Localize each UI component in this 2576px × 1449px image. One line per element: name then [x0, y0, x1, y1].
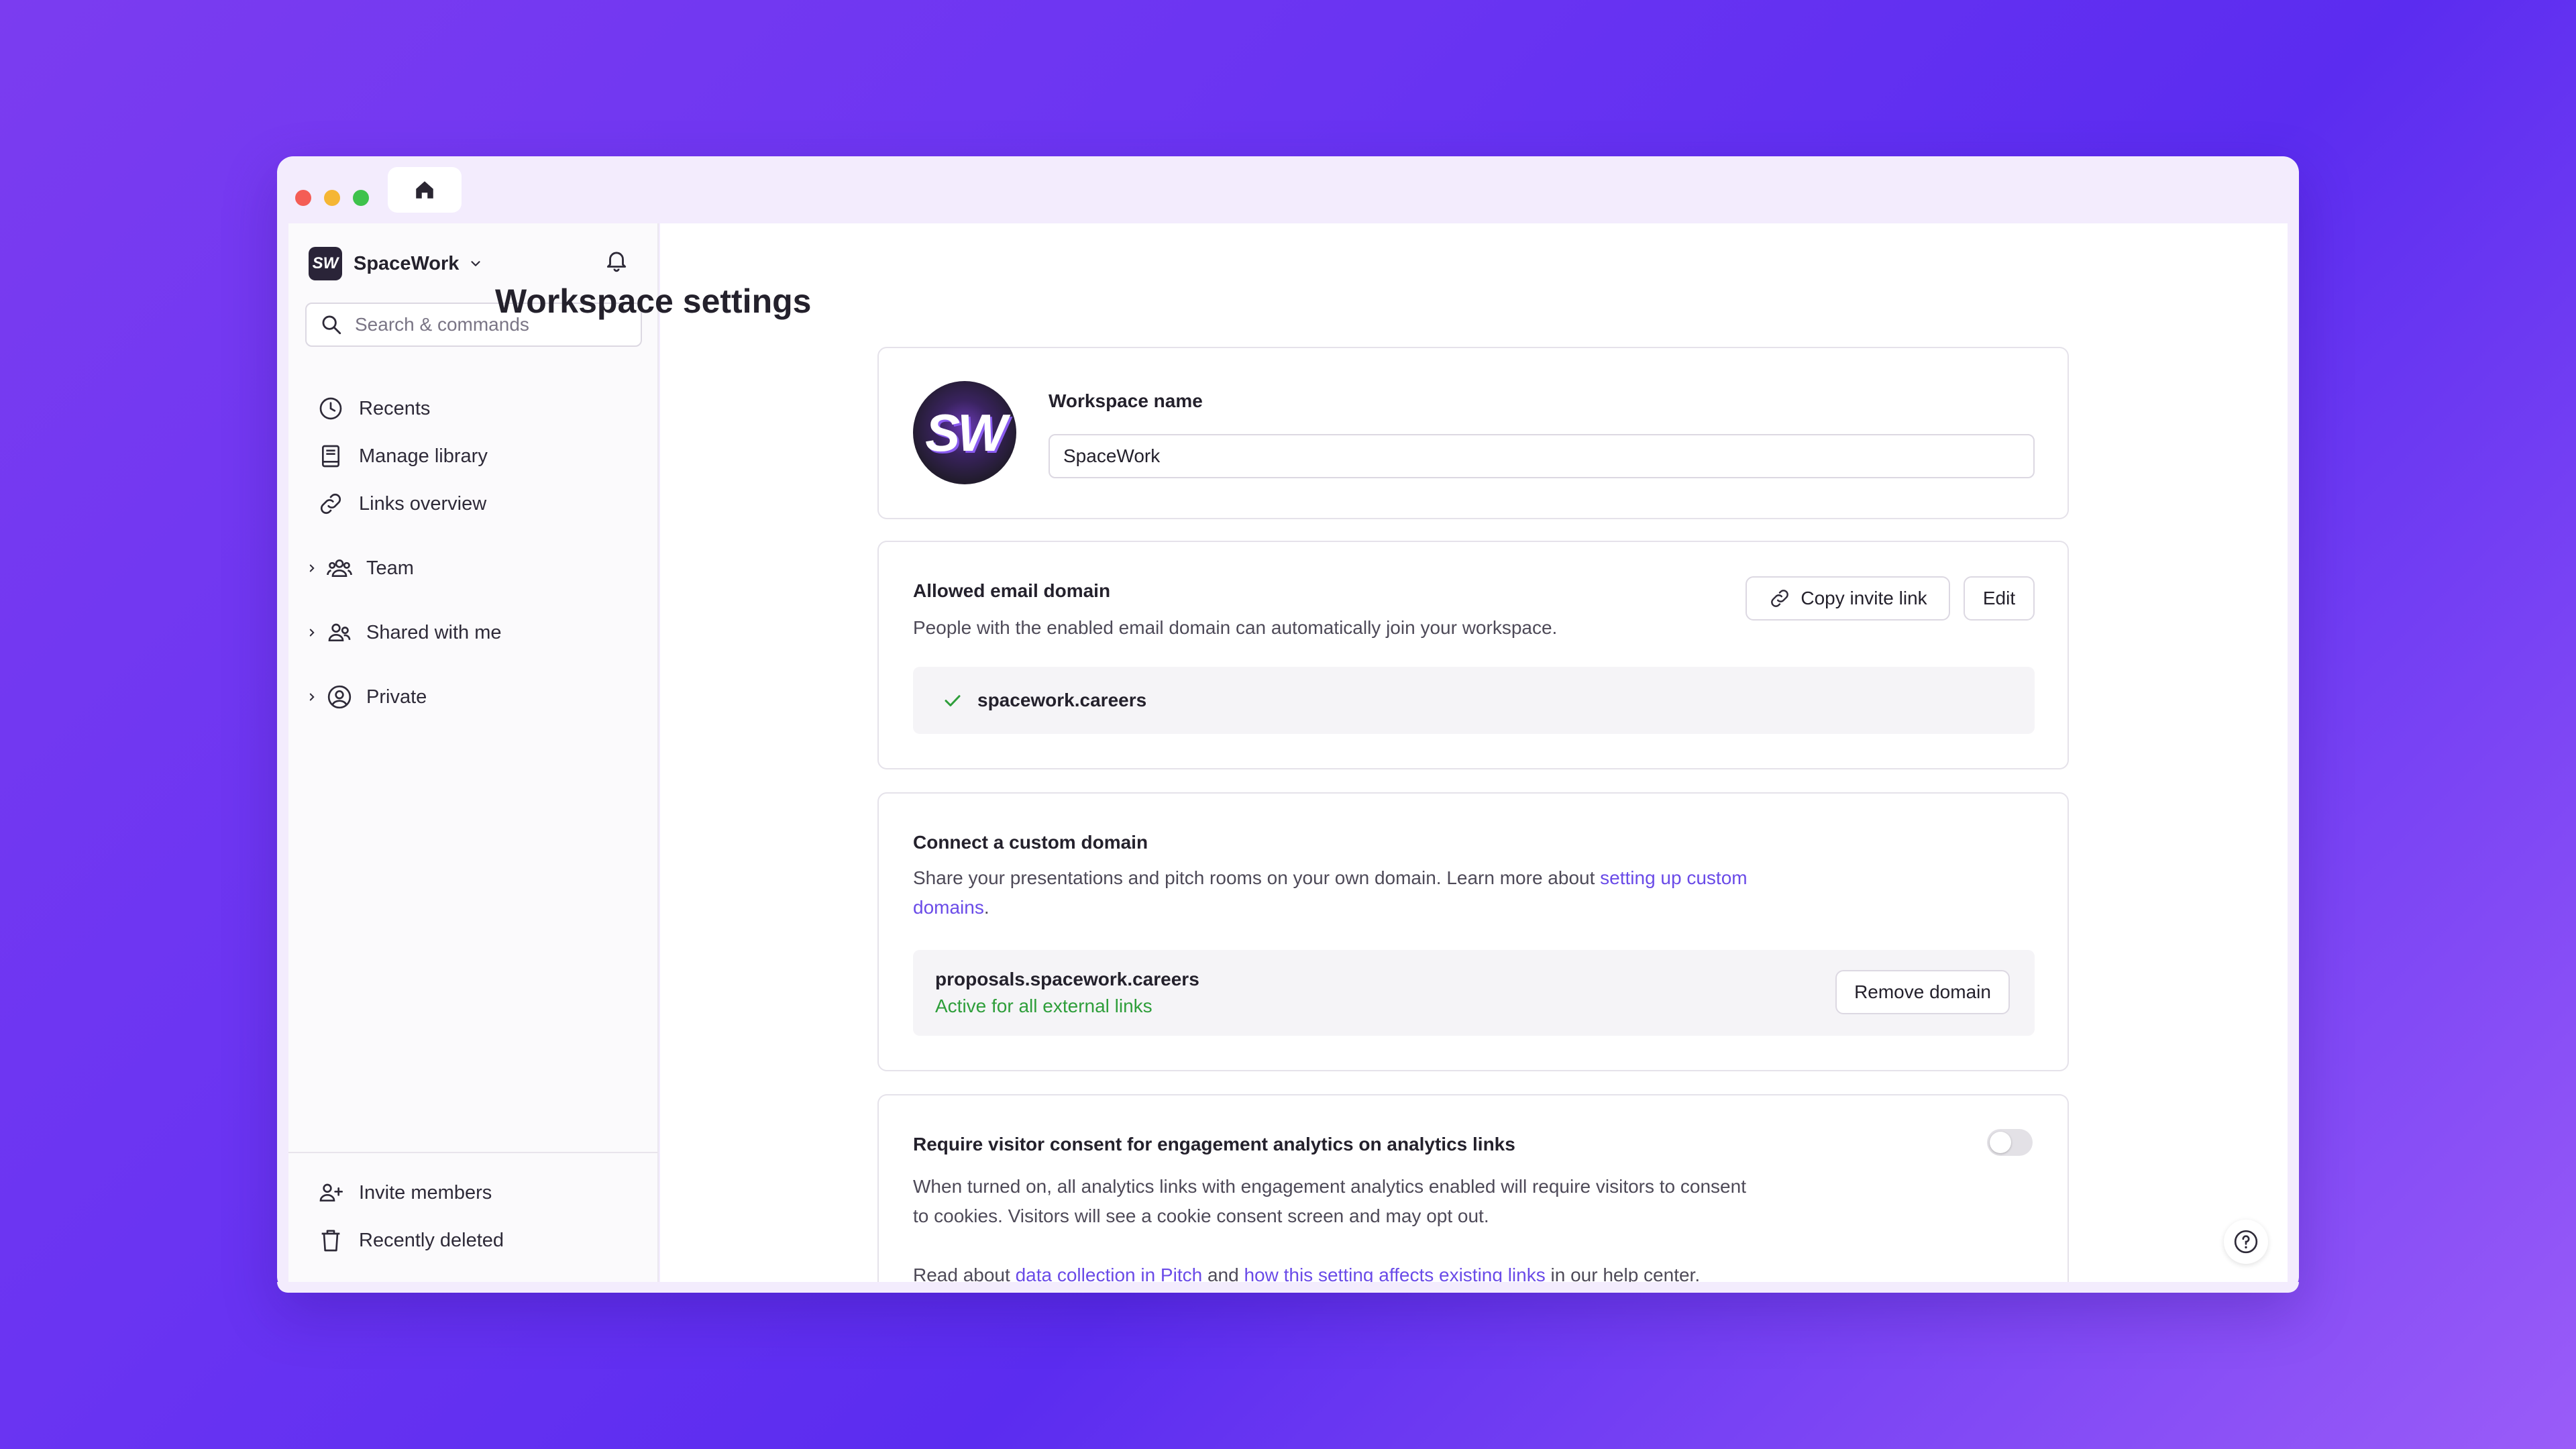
workspace-name-label: Workspace name	[1049, 390, 1203, 411]
sidebar-item-label: Links overview	[359, 492, 487, 515]
sidebar-item-label: Recents	[359, 397, 431, 419]
setting-up-custom-domains-link-cont[interactable]: domains	[913, 897, 984, 918]
workspace-logo[interactable]: SW	[913, 381, 1016, 484]
clock-icon	[319, 397, 342, 420]
sidebar-item-label: Manage library	[359, 445, 488, 467]
user-circle-icon	[327, 685, 352, 709]
sidebar-item-invite-members[interactable]: Invite members	[317, 1174, 492, 1212]
visitor-consent-title: Require visitor consent for engagement a…	[913, 1134, 1515, 1155]
workspace-switcher[interactable]: SW SpaceWork	[309, 244, 483, 284]
allowed-email-domain-card: Allowed email domain People with the ena…	[877, 541, 2069, 769]
page-title: Workspace settings	[495, 282, 812, 320]
copy-invite-link-label: Copy invite link	[1801, 588, 1927, 608]
sidebar-tree-shared-with-me[interactable]: Shared with me	[306, 614, 502, 651]
edit-button[interactable]: Edit	[1964, 576, 2035, 621]
remove-domain-button[interactable]: Remove domain	[1835, 970, 2010, 1014]
custom-domain-card: Connect a custom domain Share your prese…	[877, 792, 2069, 1071]
check-icon	[945, 695, 961, 706]
visitor-consent-card: Require visitor consent for engagement a…	[877, 1094, 2069, 1293]
maximize-window-button[interactable]	[353, 190, 369, 206]
email-domain-value: spacework.careers	[977, 690, 1147, 710]
users-icon	[328, 623, 351, 641]
visitor-consent-toggle[interactable]	[1987, 1129, 2033, 1156]
minimize-window-button[interactable]	[324, 190, 340, 206]
toggle-knob	[1990, 1132, 2011, 1153]
email-domain-item: spacework.careers	[913, 667, 2035, 734]
window-bottom-edge	[277, 1282, 2299, 1293]
sidebar-item-recents[interactable]: Recents	[317, 390, 430, 427]
sidebar-tree-private[interactable]: Private	[306, 678, 427, 716]
chevron-right-icon[interactable]	[306, 691, 318, 703]
custom-domain-description: Share your presentations and pitch rooms…	[913, 863, 1812, 922]
sidebar: SW SpaceWork Recents Manage library Link…	[288, 223, 659, 1282]
visitor-consent-description: When turned on, all analytics links with…	[913, 1172, 1812, 1231]
help-icon	[2234, 1230, 2258, 1254]
search-icon	[322, 315, 341, 335]
sidebar-tree-team[interactable]: Team	[306, 549, 414, 587]
sidebar-item-manage-library[interactable]: Manage library	[317, 437, 488, 475]
chevron-right-icon[interactable]	[306, 627, 318, 639]
custom-domain-status: Active for all external links	[935, 996, 1152, 1016]
copy-invite-link-button[interactable]: Copy invite link	[1746, 576, 1950, 621]
team-icon	[327, 559, 352, 577]
close-window-button[interactable]	[295, 190, 311, 206]
user-plus-icon	[319, 1183, 343, 1201]
sidebar-tree-label: Team	[366, 557, 414, 579]
sidebar-item-label: Recently deleted	[359, 1229, 504, 1251]
custom-domain-description-end: .	[983, 897, 989, 918]
custom-domain-item: proposals.spacework.careers Active for a…	[913, 950, 2035, 1036]
home-icon	[416, 181, 433, 199]
custom-domain-value: proposals.spacework.careers	[935, 969, 1199, 989]
link-icon	[320, 493, 341, 515]
chevron-right-icon[interactable]	[306, 562, 318, 574]
custom-domain-description-text: Share your presentations and pitch rooms…	[913, 867, 1601, 888]
home-tab[interactable]	[388, 167, 462, 213]
workspace-name-card: SW Workspace name	[877, 347, 2069, 519]
custom-domain-title: Connect a custom domain	[913, 832, 1148, 853]
link-icon	[1771, 590, 1789, 607]
email-domain-title: Allowed email domain	[913, 580, 1111, 601]
visitor-consent-line2: to cookies. Visitors will see a cookie c…	[913, 1205, 1489, 1226]
sidebar-item-recently-deleted[interactable]: Recently deleted	[317, 1222, 504, 1259]
workspace-name-field[interactable]	[1049, 434, 2035, 478]
sidebar-tree-label: Private	[366, 686, 427, 708]
sidebar-tree-label: Shared with me	[366, 621, 502, 643]
chevron-down-icon	[468, 256, 483, 271]
help-button[interactable]	[2224, 1220, 2268, 1264]
book-icon	[322, 445, 339, 468]
setting-up-custom-domains-link[interactable]: setting up custom	[1600, 867, 1747, 888]
sidebar-item-label: Invite members	[359, 1181, 492, 1203]
workspace-name: SpaceWork	[354, 252, 460, 274]
title-bar	[277, 156, 2299, 221]
workspace-logo-small: SW	[309, 247, 342, 280]
trash-icon	[321, 1230, 340, 1252]
sidebar-item-links-overview[interactable]: Links overview	[317, 485, 486, 523]
email-domain-description: People with the enabled email domain can…	[913, 617, 1558, 638]
notifications-bell-icon[interactable]	[604, 248, 629, 276]
sidebar-divider	[288, 1152, 657, 1153]
visitor-consent-line1: When turned on, all analytics links with…	[913, 1176, 1746, 1197]
background-bottom	[277, 1293, 2299, 1449]
